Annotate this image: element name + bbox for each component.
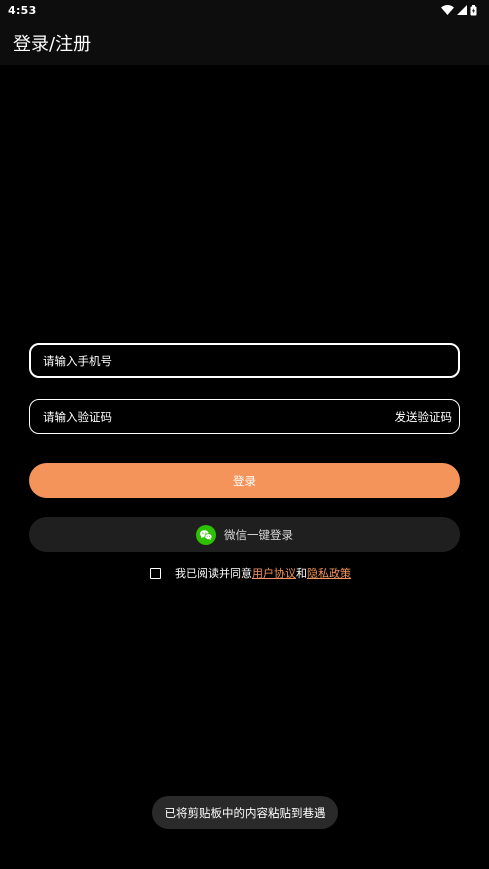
privacy-policy-link[interactable]: 隐私政策 bbox=[307, 565, 351, 581]
phone-field[interactable] bbox=[29, 343, 460, 378]
login-screen: 4:53 登录/注册 发送验证码 登录 bbox=[0, 0, 489, 869]
toast-message: 已将剪贴板中的内容粘贴到巷遇 bbox=[152, 796, 338, 829]
status-bar: 4:53 bbox=[0, 0, 489, 20]
login-button[interactable]: 登录 bbox=[29, 463, 460, 498]
wifi-icon bbox=[441, 5, 454, 15]
phone-input[interactable] bbox=[43, 353, 343, 368]
battery-icon bbox=[470, 4, 477, 15]
verification-code-field[interactable]: 发送验证码 bbox=[29, 399, 460, 434]
login-button-label: 登录 bbox=[233, 473, 256, 488]
app-bar: 登录/注册 bbox=[0, 20, 489, 65]
toast-text: 已将剪贴板中的内容粘贴到巷遇 bbox=[164, 805, 326, 820]
send-code-button[interactable]: 发送验证码 bbox=[395, 409, 453, 425]
page-title: 登录/注册 bbox=[13, 33, 92, 55]
wechat-login-button[interactable]: 微信一键登录 bbox=[29, 517, 460, 552]
user-agreement-link[interactable]: 用户协议 bbox=[252, 565, 296, 581]
agreement-checkbox[interactable] bbox=[150, 567, 161, 579]
agreement-prefix: 我已阅读并同意 bbox=[175, 567, 252, 580]
status-icons bbox=[441, 4, 477, 16]
agreement-row: 我已阅读并同意 用户协议 和 隐私政策 bbox=[0, 564, 489, 582]
status-time: 4:53 bbox=[8, 3, 37, 17]
agreement-conjunction: 和 bbox=[296, 567, 307, 580]
verification-code-input[interactable] bbox=[42, 409, 342, 424]
signal-icon bbox=[457, 5, 467, 15]
wechat-icon bbox=[196, 524, 216, 545]
wechat-login-label: 微信一键登录 bbox=[224, 527, 293, 542]
